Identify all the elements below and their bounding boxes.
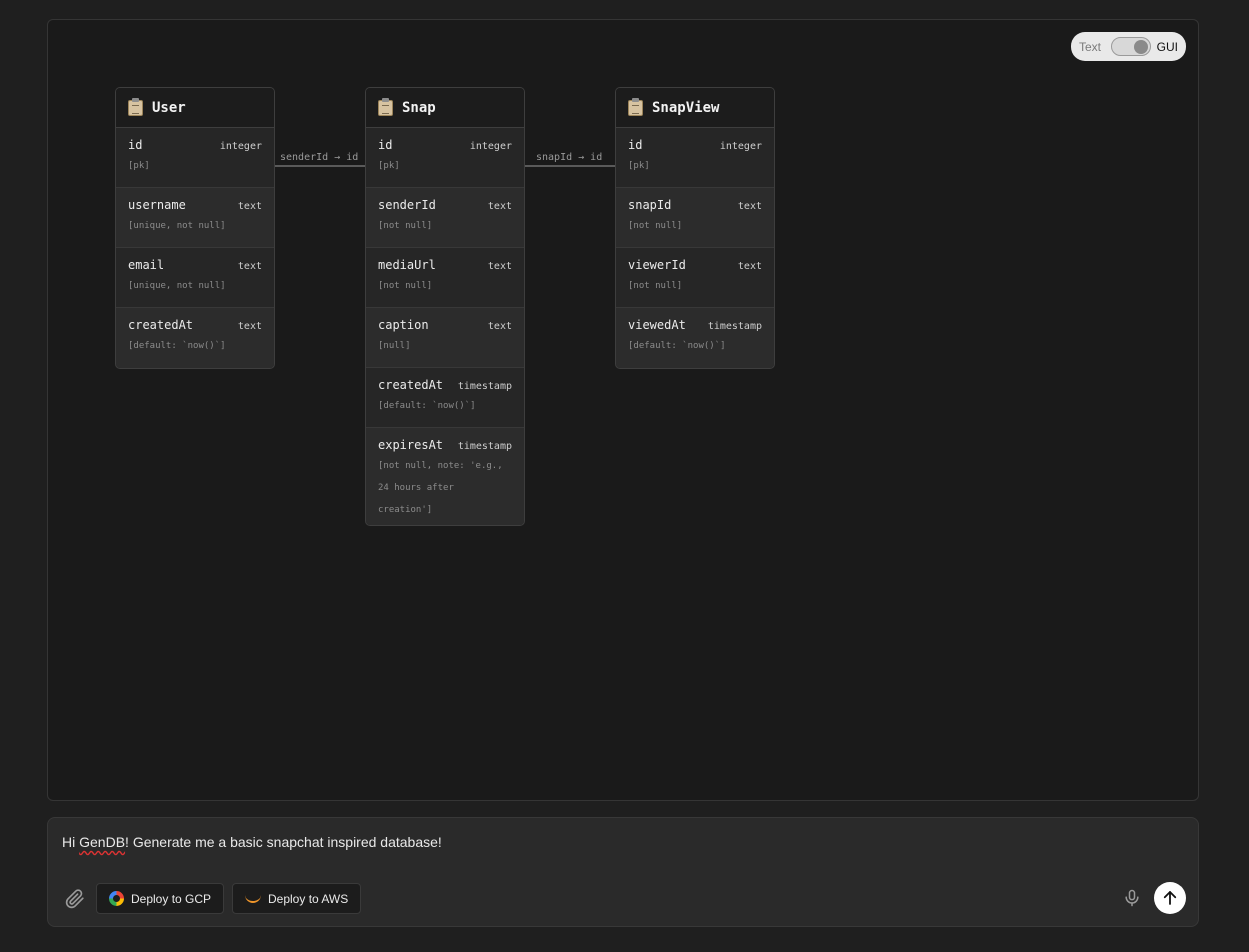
toggle-text-label[interactable]: Text [1079,40,1101,54]
toggle-knob [1133,40,1148,54]
field-constraints: [default: `now()`] [128,341,226,351]
microphone-icon[interactable] [1122,887,1142,911]
field-type: text [487,201,512,212]
field-constraints: [unique, not null] [128,281,226,291]
table-header[interactable]: User [116,88,274,128]
table-name: SnapView [652,99,720,116]
field-row[interactable]: email text [unique, not null] [116,248,274,308]
field-name: createdAt [378,378,444,392]
field-name: id [128,138,143,152]
deploy-aws-label: Deploy to AWS [268,891,349,906]
field-name: senderId [378,198,436,212]
field-type: integer [219,141,262,152]
field-name: expiresAt [378,438,444,452]
table-user[interactable]: User id integer [pk] username text [unique… [115,87,275,369]
clipboard-icon [128,97,143,116]
field-row[interactable]: username text [unique, not null] [116,188,274,248]
field-row[interactable]: id integer [pk] [616,128,774,188]
field-constraints: [unique, not null] [128,221,226,231]
field-name: mediaUrl [378,258,436,272]
field-type: integer [469,141,512,152]
field-type: text [237,201,262,212]
field-type: text [237,261,262,272]
field-constraints: [not null] [378,281,433,291]
relation-label-snap-snapview: snapId → id [536,152,603,163]
prompt-text-flagged-word: GenDB [79,834,126,850]
field-type: text [487,321,512,332]
field-constraints: [not null] [378,221,433,231]
field-name: createdAt [128,318,194,332]
field-type: text [737,261,762,272]
table-snapview[interactable]: SnapView id integer [pk] snapId text [not … [615,87,775,369]
field-constraints: [not null] [628,221,683,231]
clipboard-icon [628,97,643,116]
field-row[interactable]: createdAt timestamp [default: `now()`] [366,368,524,428]
deploy-gcp-label: Deploy to GCP [131,891,212,906]
field-name: viewedAt [628,318,686,332]
field-row[interactable]: viewerId text [not null] [616,248,774,308]
field-name: email [128,258,165,272]
field-name: id [378,138,393,152]
table-header[interactable]: SnapView [616,88,774,128]
field-type: integer [719,141,762,152]
field-type: text [237,321,262,332]
table-name: User [152,99,186,116]
relation-line-snap-snapview [524,165,615,167]
field-type: timestamp [457,381,512,392]
field-type: timestamp [457,441,512,452]
field-row[interactable]: createdAt text [default: `now()`] [116,308,274,368]
paperclip-icon[interactable] [64,888,86,910]
field-constraints: [pk] [128,161,150,171]
prompt-text-end: ! Generate me a basic snapchat inspired … [125,834,442,850]
relation-line-user-snap [274,165,365,167]
field-name: id [628,138,643,152]
field-type: text [737,201,762,212]
field-constraints: [not null] [628,281,683,291]
field-constraints: [default: `now()`] [628,341,726,351]
relation-label-user-snap: senderId → id [280,152,359,163]
toggle-switch[interactable] [1111,37,1151,56]
deploy-aws-button[interactable]: Deploy to AWS [232,883,362,914]
toggle-gui-label[interactable]: GUI [1157,40,1178,54]
table-snap[interactable]: Snap id integer [pk] senderId text [not nu… [365,87,525,526]
table-name: Snap [402,99,436,116]
field-type: timestamp [707,321,762,332]
aws-icon [245,895,261,903]
send-button[interactable] [1154,882,1186,914]
field-row[interactable]: senderId text [not null] [366,188,524,248]
prompt-input[interactable]: Hi GenDB! Generate me a basic snapchat i… [62,834,442,850]
field-constraints: [default: `now()`] [378,401,476,411]
arrow-up-icon [1163,891,1177,905]
field-row[interactable]: expiresAt timestamp [not null, note: 'e.g… [366,428,524,525]
schema-canvas[interactable]: Text GUI senderId → id snapId → id User … [47,19,1199,801]
field-row[interactable]: snapId text [not null] [616,188,774,248]
field-row[interactable]: id integer [pk] [366,128,524,188]
field-constraints: [null] [378,341,411,351]
field-constraints: [pk] [378,161,400,171]
field-type: text [487,261,512,272]
prompt-text-start: Hi [62,834,80,850]
field-row[interactable]: caption text [null] [366,308,524,368]
view-mode-toggle[interactable]: Text GUI [1071,32,1186,61]
field-row[interactable]: mediaUrl text [not null] [366,248,524,308]
field-row[interactable]: viewedAt timestamp [default: `now()`] [616,308,774,368]
field-constraints: [pk] [628,161,650,171]
field-name: viewerId [628,258,686,272]
clipboard-icon [378,97,393,116]
table-header[interactable]: Snap [366,88,524,128]
field-name: username [128,198,186,212]
field-row[interactable]: id integer [pk] [116,128,274,188]
field-name: snapId [628,198,672,212]
prompt-composer[interactable]: Hi GenDB! Generate me a basic snapchat i… [47,817,1199,927]
deploy-gcp-button[interactable]: Deploy to GCP [96,883,225,914]
google-icon [109,891,124,906]
field-constraints: [not null, note: 'e.g., 24 hours after c… [378,461,503,515]
field-name: caption [378,318,429,332]
